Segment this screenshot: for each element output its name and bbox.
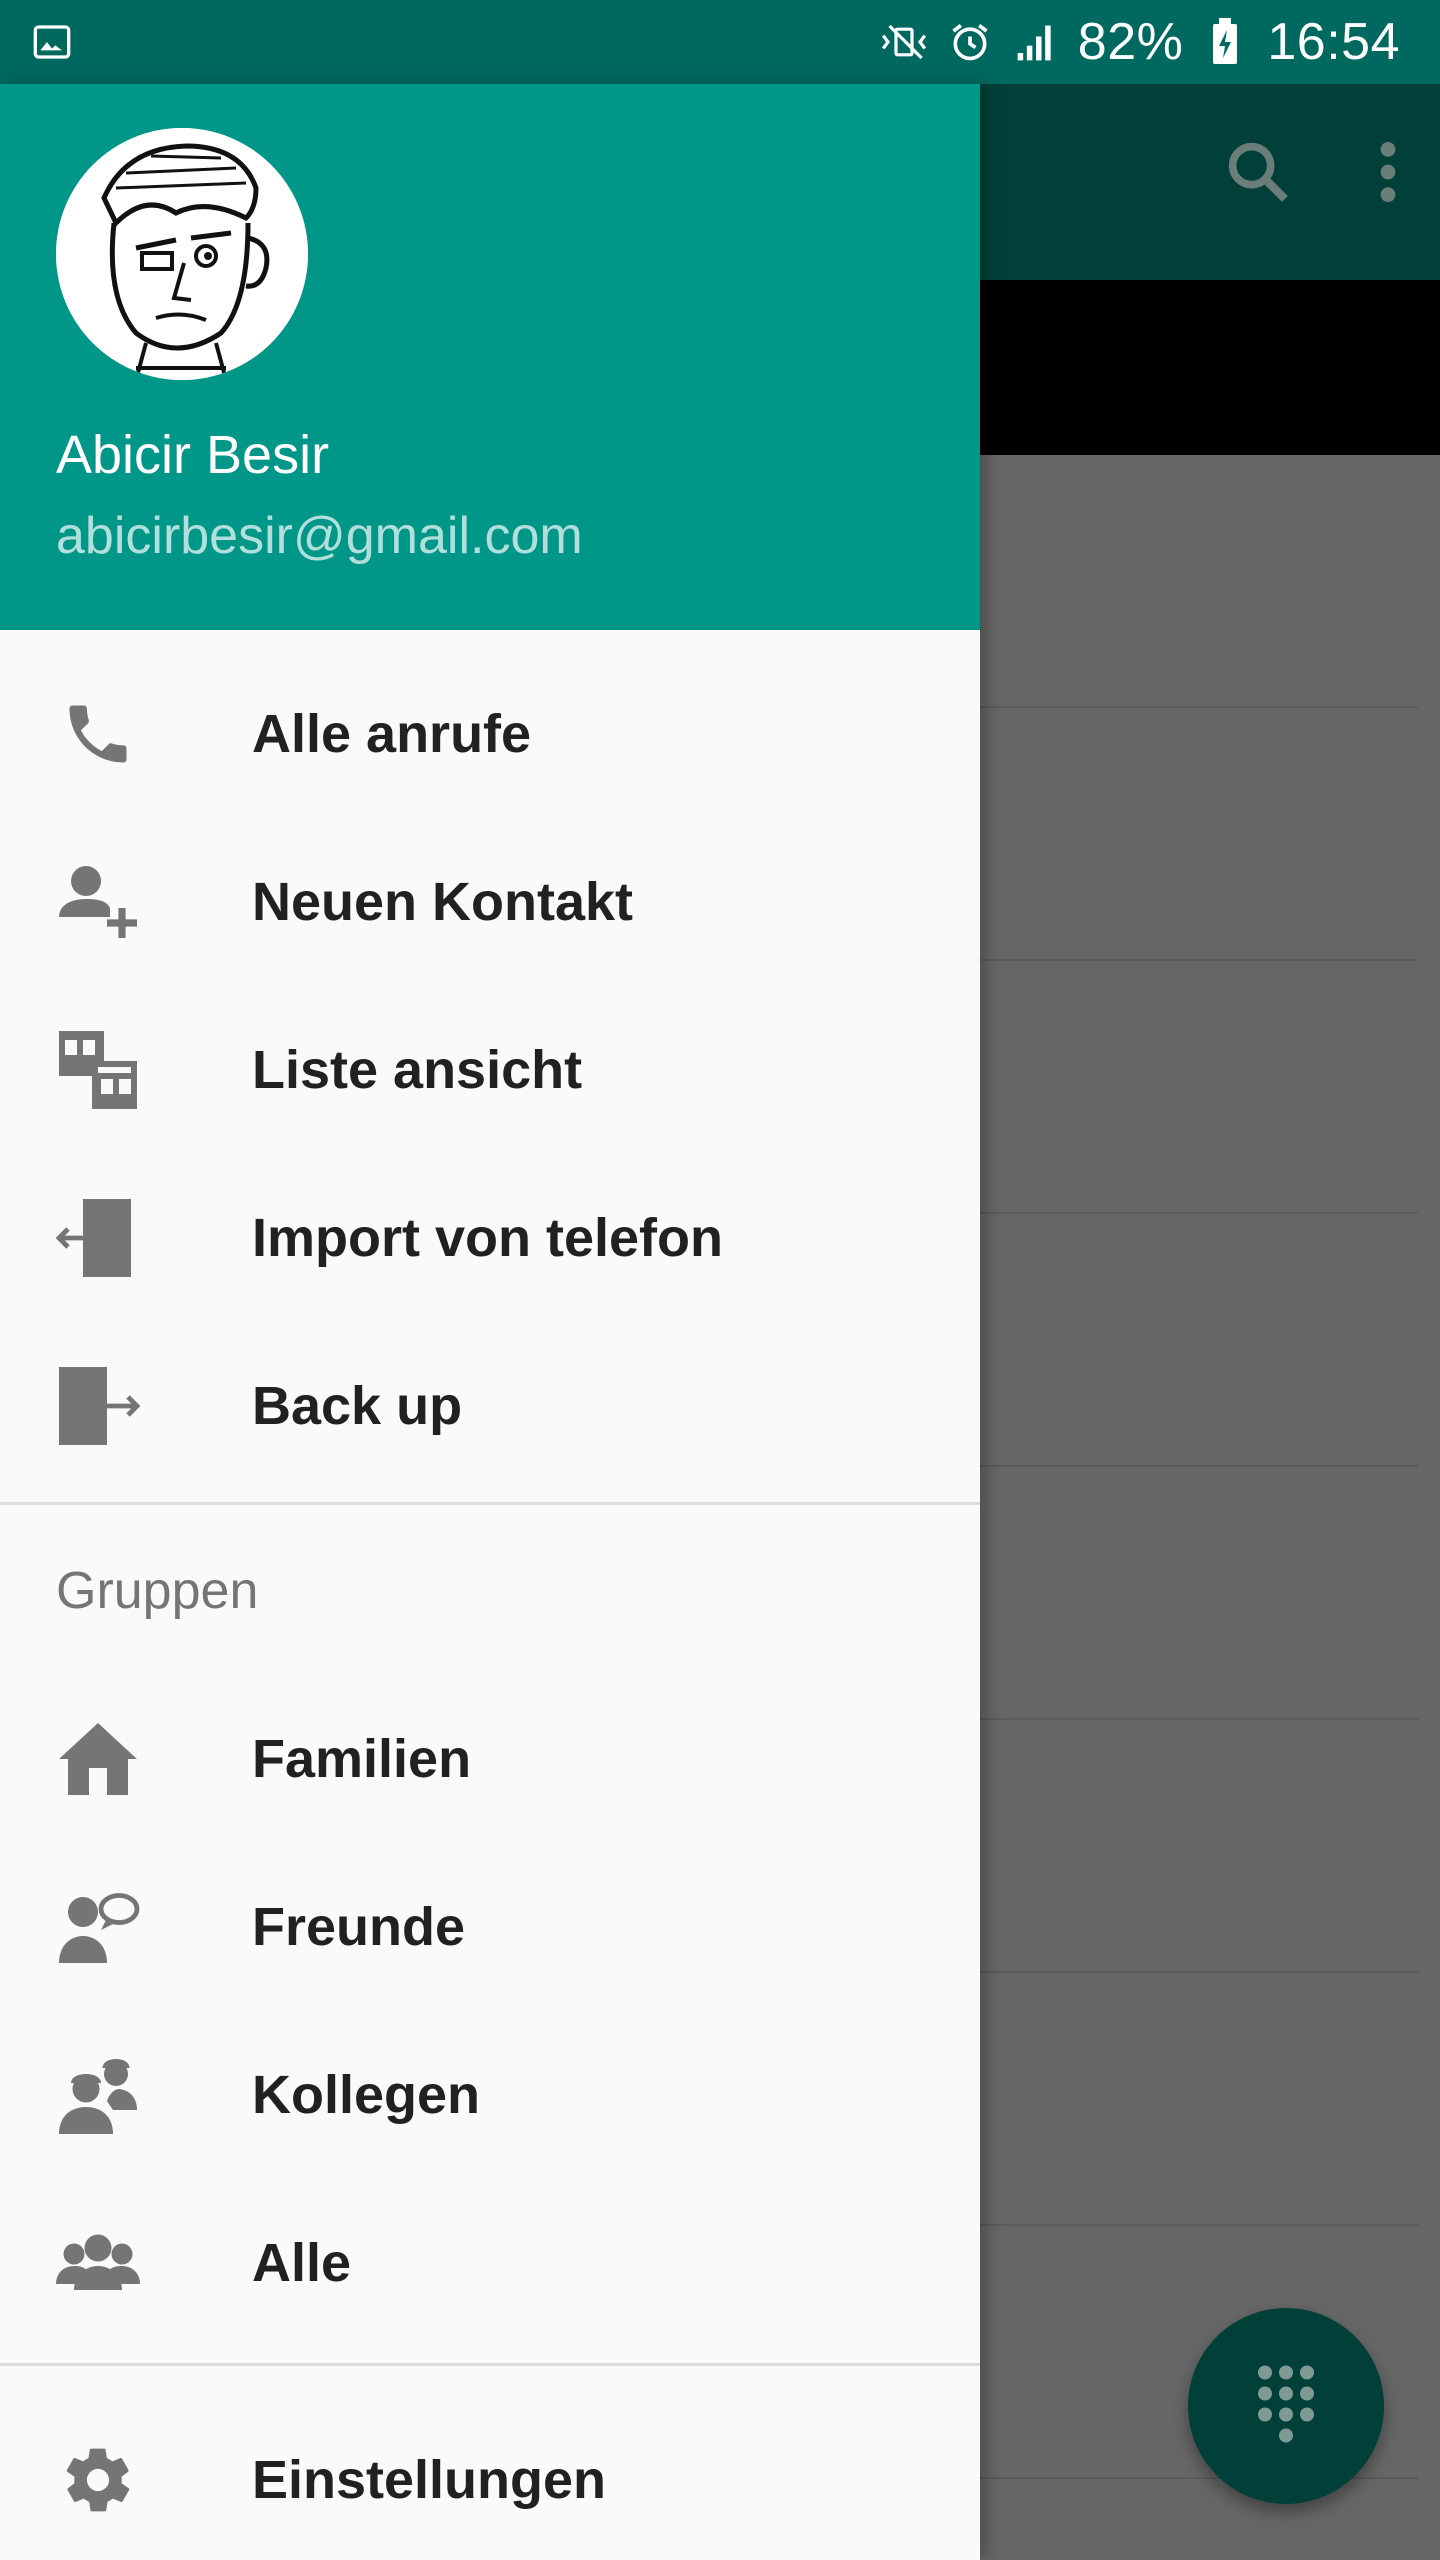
menu-item-import[interactable]: Import von telefon bbox=[0, 1154, 980, 1322]
menu-label: Kollegen bbox=[252, 2065, 481, 2125]
groups-subheader: Gruppen bbox=[56, 1562, 259, 1620]
export-icon bbox=[56, 1364, 140, 1448]
menu-item-backup[interactable]: Back up bbox=[0, 1322, 980, 1490]
add-person-icon bbox=[56, 860, 140, 944]
menu-label: Freunde bbox=[252, 1897, 466, 1957]
status-bar: 82% 16:54 bbox=[0, 0, 1440, 84]
navigation-drawer: Abicir Besir abicirbesir@gmail.com Alle … bbox=[0, 84, 980, 2560]
search-icon[interactable] bbox=[1220, 134, 1296, 215]
menu-label: Neuen Kontakt bbox=[252, 872, 634, 932]
list-item bbox=[980, 961, 1418, 1214]
menu-item-settings[interactable]: Einstellungen bbox=[0, 2396, 980, 2560]
main-menu: Alle anrufe Neuen Kontakt Liste ansicht … bbox=[0, 630, 980, 1490]
clock: 16:54 bbox=[1267, 13, 1400, 71]
image-icon bbox=[28, 18, 76, 66]
menu-item-list-view[interactable]: Liste ansicht bbox=[0, 986, 980, 1154]
menu-item-friends[interactable]: Freunde bbox=[0, 1843, 980, 2011]
menu-label: Einstellungen bbox=[252, 2450, 607, 2510]
menu-item-families[interactable]: Familien bbox=[0, 1675, 980, 1843]
menu-item-all-calls[interactable]: Alle anrufe bbox=[0, 650, 980, 818]
more-vert-icon[interactable] bbox=[1376, 138, 1400, 211]
phone-icon bbox=[56, 692, 140, 776]
import-icon bbox=[56, 1196, 140, 1280]
divider bbox=[0, 2363, 980, 2366]
list-item bbox=[980, 1973, 1418, 2226]
settings-menu: Einstellungen bbox=[0, 2396, 980, 2560]
list-view-icon bbox=[56, 1028, 140, 1112]
menu-label: Alle anrufe bbox=[252, 704, 532, 764]
menu-label: Alle bbox=[252, 2233, 352, 2293]
menu-item-all[interactable]: Alle bbox=[0, 2179, 980, 2347]
battery-percent: 82% bbox=[1077, 13, 1184, 71]
group-all-icon bbox=[56, 2221, 140, 2305]
menu-label: Import von telefon bbox=[252, 1208, 723, 1268]
groups-menu: Familien Freunde Kollegen Alle bbox=[0, 1675, 980, 2347]
menu-item-new-contact[interactable]: Neuen Kontakt bbox=[0, 818, 980, 986]
user-name: Abicir Besir bbox=[56, 425, 330, 485]
menu-label: Liste ansicht bbox=[252, 1040, 583, 1100]
list-item bbox=[980, 1214, 1418, 1467]
list-item bbox=[980, 1720, 1418, 1973]
dialpad-icon bbox=[1254, 2362, 1318, 2451]
list-item bbox=[980, 455, 1418, 708]
avatar[interactable] bbox=[56, 128, 308, 380]
alarm-icon bbox=[946, 18, 994, 66]
home-icon bbox=[56, 1717, 140, 1801]
list-item bbox=[980, 708, 1418, 961]
menu-label: Back up bbox=[252, 1376, 463, 1436]
user-email: abicirbesir@gmail.com bbox=[56, 507, 583, 565]
friends-icon bbox=[56, 1885, 140, 1969]
gear-icon bbox=[56, 2438, 140, 2522]
list-item bbox=[980, 1467, 1418, 1720]
drawer-header: Abicir Besir abicirbesir@gmail.com bbox=[0, 84, 980, 630]
battery-charging-icon bbox=[1201, 18, 1249, 66]
dialpad-fab[interactable] bbox=[1188, 2308, 1384, 2504]
menu-item-colleagues[interactable]: Kollegen bbox=[0, 2011, 980, 2179]
vibrate-mute-icon bbox=[880, 18, 928, 66]
menu-label: Familien bbox=[252, 1729, 472, 1789]
colleagues-icon bbox=[56, 2053, 140, 2137]
signal-icon bbox=[1012, 18, 1060, 66]
